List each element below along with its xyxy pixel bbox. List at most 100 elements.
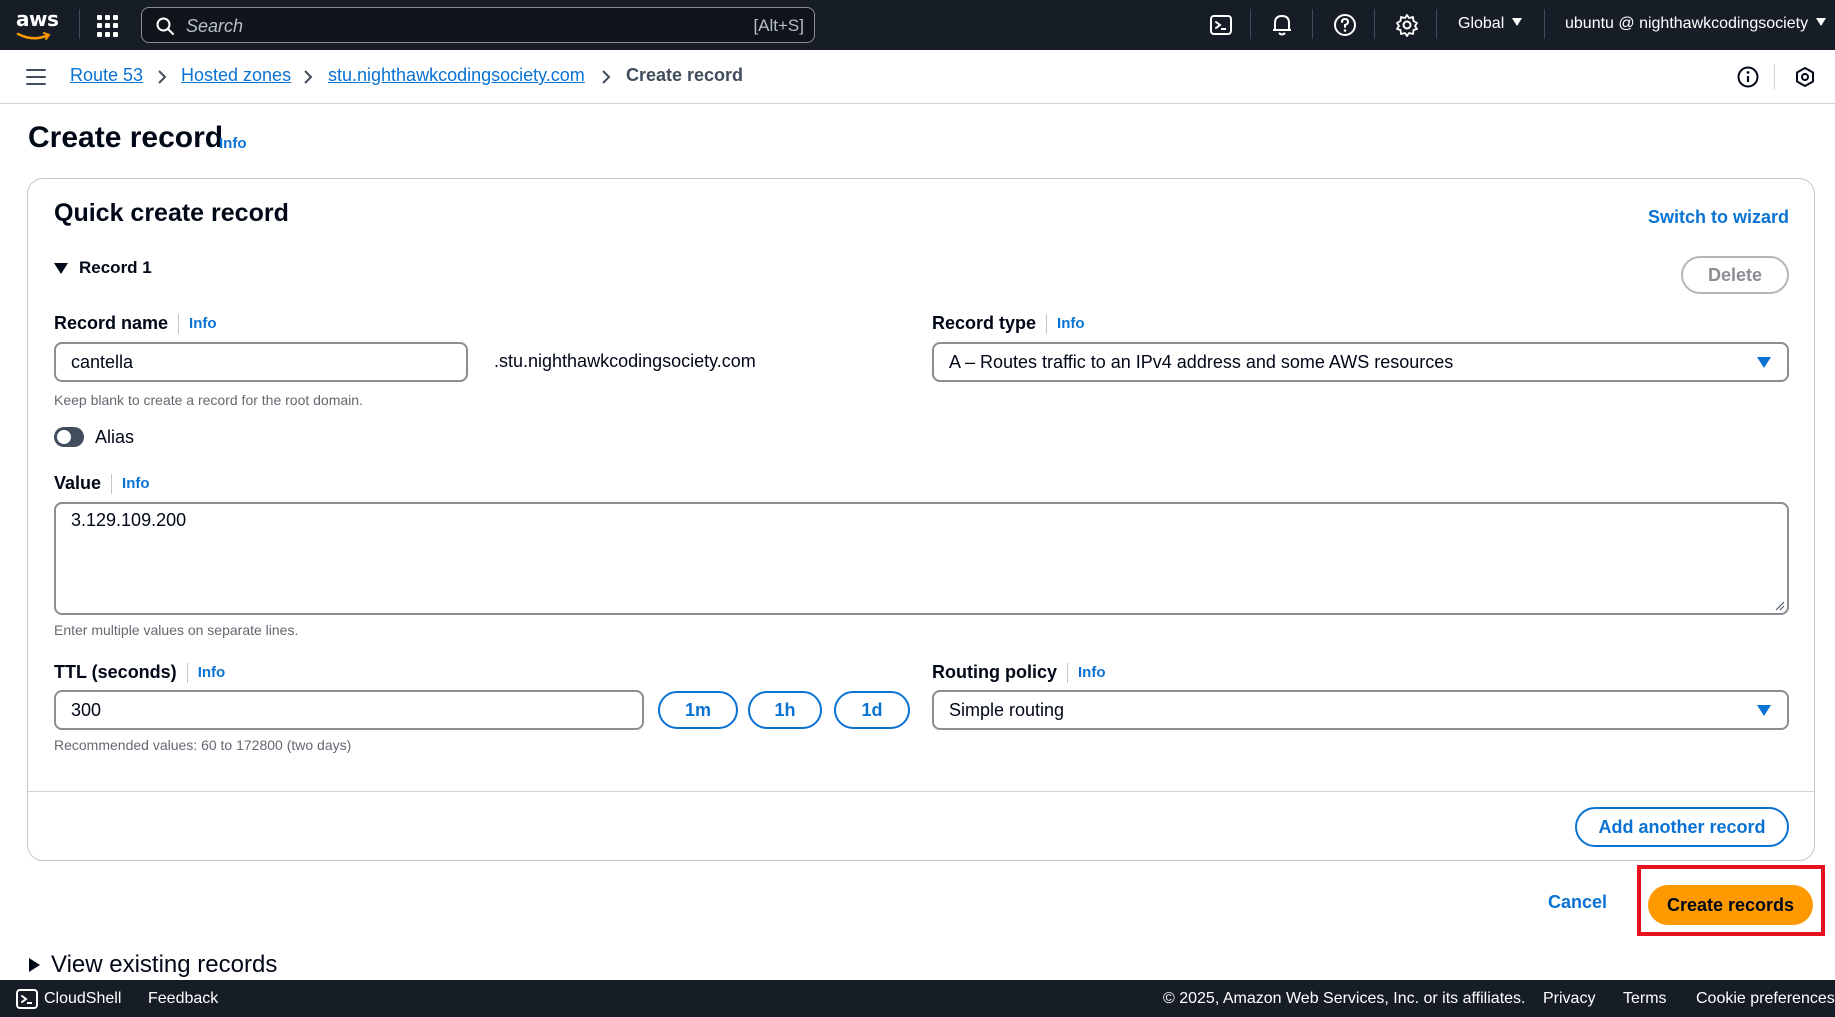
ttl-1h-button[interactable]: 1h (748, 691, 822, 729)
region-selector[interactable]: Global (1458, 15, 1523, 33)
nav-divider (1312, 9, 1313, 39)
footer-feedback[interactable]: Feedback (148, 990, 218, 1008)
card-divider (28, 791, 1814, 792)
help-icon[interactable] (1332, 12, 1358, 38)
routing-policy-label: Routing policy (932, 662, 1057, 682)
menu-icon[interactable] (26, 69, 46, 85)
top-navigation: aws Search [Alt+S] Global ubuntu @ night… (0, 0, 1835, 50)
services-grid-icon[interactable] (97, 15, 119, 37)
info-panel-icon[interactable] (1736, 65, 1760, 89)
caret-down-icon (54, 262, 68, 274)
bell-icon[interactable] (1269, 12, 1295, 38)
footer-copyright: © 2025, Amazon Web Services, Inc. or its… (1163, 990, 1526, 1007)
card-title: Quick create record (54, 199, 289, 227)
quick-create-card: Quick create record Switch to wizard Rec… (27, 178, 1815, 861)
chevron-right-icon (602, 70, 611, 84)
record-1-label: Record 1 (79, 258, 152, 277)
label-divider (178, 313, 180, 334)
routing-policy-info-link[interactable]: Info (1078, 664, 1106, 681)
account-menu[interactable]: ubuntu @ nighthawkcodingsociety (1565, 15, 1827, 33)
ttl-1m-button[interactable]: 1m (658, 691, 738, 729)
value-textarea[interactable]: 3.129.109.200 (54, 502, 1789, 615)
ttl-label-group: TTL (seconds) Info (54, 662, 225, 683)
search-bar[interactable]: Search [Alt+S] (141, 7, 815, 43)
search-placeholder: Search (186, 16, 244, 36)
view-existing-records-label: View existing records (51, 951, 278, 978)
record-name-hint: Keep blank to create a record for the ro… (54, 392, 363, 408)
search-shortcut: [Alt+S] (753, 16, 804, 35)
ttl-input[interactable]: 300 (54, 690, 644, 730)
label-divider (186, 662, 188, 683)
breadcrumb-route53[interactable]: Route 53 (70, 65, 143, 86)
alias-label: Alias (95, 427, 135, 447)
nav-divider (1250, 9, 1251, 39)
breadcrumb-bar: Route 53 Hosted zones stu.nighthawkcodin… (0, 50, 1835, 104)
record-name-label: Record name (54, 313, 169, 333)
value-hint: Enter multiple values on separate lines. (54, 622, 299, 638)
region-label: Global (1458, 15, 1505, 32)
record-type-label: Record type (932, 313, 1037, 333)
nav-divider (1436, 9, 1437, 39)
caret-down-icon (1512, 18, 1523, 26)
record-name-input[interactable]: cantella (54, 342, 468, 382)
create-records-button[interactable]: Create records (1648, 885, 1813, 925)
label-divider (1067, 662, 1068, 683)
cloudshell-icon[interactable] (1208, 12, 1234, 38)
record-name-info-link[interactable]: Info (189, 315, 217, 332)
ttl-label: TTL (seconds) (54, 662, 177, 682)
routing-policy-label-group: Routing policy Info (932, 662, 1106, 683)
record-1-expander[interactable]: Record 1 (54, 258, 152, 278)
add-another-record-button[interactable]: Add another record (1575, 807, 1789, 847)
footer-privacy[interactable]: Privacy (1543, 990, 1595, 1008)
routing-policy-value: Simple routing (949, 700, 1065, 720)
view-existing-records-expander[interactable]: View existing records (29, 951, 277, 979)
resize-handle-icon[interactable] (1775, 601, 1785, 611)
security-icon[interactable] (1793, 65, 1817, 89)
breadcrumb-hosted-zones[interactable]: Hosted zones (181, 65, 291, 86)
aws-logo[interactable]: aws (16, 9, 60, 41)
aws-smile-icon (16, 32, 51, 40)
cancel-button[interactable]: Cancel (1548, 892, 1607, 913)
ttl-hint: Recommended values: 60 to 172800 (two da… (54, 737, 352, 753)
label-divider (1046, 313, 1048, 334)
label-divider (111, 473, 113, 494)
nav-divider (79, 9, 80, 39)
nav-divider (1544, 9, 1545, 39)
page-title: Create record (28, 121, 224, 154)
cloudshell-icon[interactable] (16, 989, 38, 1009)
page-info-link[interactable]: Info (219, 135, 247, 152)
record-type-info-link[interactable]: Info (1057, 315, 1085, 332)
value-text: 3.129.109.200 (71, 510, 187, 530)
breadcrumb-current: Create record (626, 65, 744, 85)
settings-icon[interactable] (1394, 12, 1420, 38)
footer-cloudshell[interactable]: CloudShell (44, 990, 121, 1008)
breadcrumb-hosted-zone[interactable]: stu.nighthawkcodingsociety.com (328, 65, 585, 86)
record-type-value: A – Routes traffic to an IPv4 address an… (949, 352, 1454, 372)
nav-divider (1374, 9, 1375, 39)
delete-record-button[interactable]: Delete (1681, 256, 1789, 294)
footer-bar: CloudShell Feedback © 2025, Amazon Web S… (0, 980, 1835, 1017)
caret-down-icon (1757, 357, 1771, 368)
caret-right-icon (29, 958, 40, 972)
caret-down-icon (1757, 705, 1771, 716)
record-type-label-group: Record type Info (932, 313, 1085, 334)
value-label-group: Value Info (54, 473, 150, 494)
value-label: Value (54, 473, 102, 493)
toolbar-divider (1774, 64, 1775, 90)
footer-cookie-preferences[interactable]: Cookie preferences (1696, 990, 1835, 1008)
chevron-right-icon (158, 70, 167, 84)
record-name-suffix: .stu.nighthawkcodingsociety.com (494, 351, 756, 371)
aws-logo-text: aws (16, 7, 59, 31)
caret-down-icon (1816, 18, 1827, 26)
footer-terms[interactable]: Terms (1623, 990, 1667, 1008)
ttl-info-link[interactable]: Info (198, 664, 226, 681)
value-info-link[interactable]: Info (122, 475, 150, 492)
chevron-right-icon (304, 70, 313, 84)
switch-to-wizard-link[interactable]: Switch to wizard (1648, 207, 1789, 228)
account-label: ubuntu @ nighthawkcodingsociety (1565, 15, 1809, 32)
alias-toggle[interactable] (54, 427, 84, 447)
search-icon (156, 17, 174, 35)
record-type-select[interactable]: A – Routes traffic to an IPv4 address an… (932, 342, 1789, 382)
routing-policy-select[interactable]: Simple routing (932, 690, 1789, 730)
ttl-1d-button[interactable]: 1d (834, 691, 910, 729)
